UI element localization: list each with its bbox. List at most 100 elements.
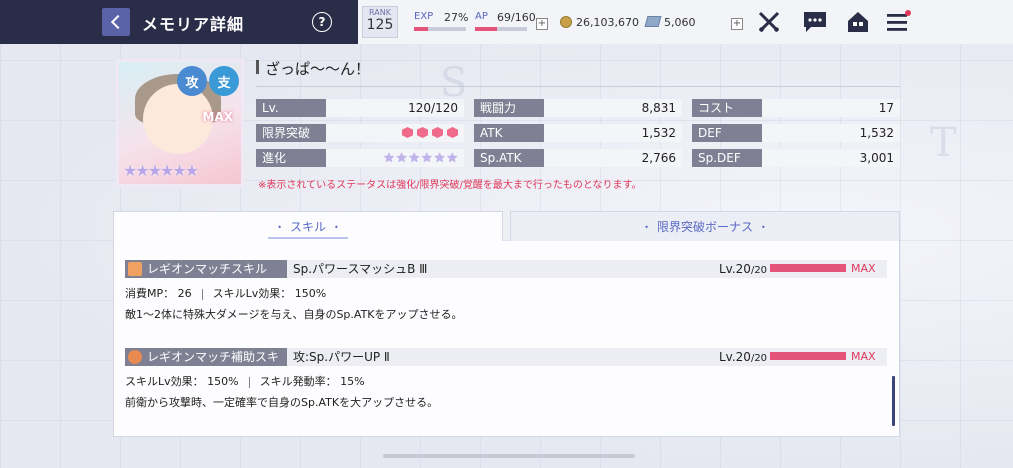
evolution-star-icon: ★ — [433, 151, 446, 166]
stat-row-def: DEF 1,532 — [692, 124, 900, 142]
battle-button[interactable] — [756, 10, 782, 34]
stat-row-evolution: 進化 ★★★★★★ — [256, 149, 464, 167]
gem-icon — [644, 16, 662, 27]
attack-type-badge: 攻 — [177, 66, 207, 96]
stat-key: Sp.ATK — [474, 149, 544, 167]
evolution-star-icon: ★ — [395, 151, 408, 166]
stat-value: 8,831 — [641, 101, 676, 115]
tab-dot-icon: • — [761, 222, 766, 232]
tab-dot-icon: • — [277, 222, 282, 232]
skill-level-bar — [770, 264, 846, 272]
skill-detail: スキルLv効果： 150% スキル発動率： 15% — [125, 373, 365, 389]
stat-key: Lv. — [256, 99, 326, 117]
gem-plus-button[interactable]: + — [731, 18, 743, 30]
legion-support-skill-icon — [128, 350, 142, 364]
skill-name: Sp.パワースマッシュB Ⅲ — [293, 262, 428, 276]
tab-dot-icon: • — [644, 222, 649, 232]
separator — [201, 288, 203, 300]
ap-bar-fill — [475, 27, 498, 31]
stat-row-power: 戦闘力 8,831 — [474, 99, 682, 117]
skill-max-label: MAX — [851, 350, 876, 363]
skill-lv-effect: スキルLv効果： 150% — [212, 287, 327, 300]
stat-key: コスト — [692, 99, 762, 117]
bg-decoration: T — [930, 120, 957, 166]
legion-skill-icon — [128, 262, 142, 276]
stat-key: 進化 — [256, 149, 326, 167]
tab-dot-icon: • — [334, 222, 339, 232]
skill-level: Lv.20/20 — [719, 260, 767, 280]
hamburger-menu-icon — [887, 10, 911, 31]
card-stars: ★★★★★★ — [123, 161, 199, 180]
stat-key: DEF — [692, 124, 762, 142]
evolution-star-icon: ★ — [383, 151, 395, 166]
evolution-star-icon: ★ — [446, 151, 458, 166]
skill-level-value: Lv.20 — [719, 350, 751, 364]
stat-key: Sp.DEF — [692, 149, 762, 167]
exp-value: 27% — [444, 11, 469, 24]
skill-level: Lv.20/20 — [719, 348, 767, 368]
stat-row-cost: コスト 17 — [692, 99, 900, 117]
exp-bar-fill — [414, 27, 429, 31]
exp-bar — [414, 27, 466, 31]
stat-value: 3,001 — [859, 151, 894, 165]
ap-value: 69/160 — [497, 11, 536, 24]
rank-value: 125 — [366, 17, 394, 33]
active-tab-indicator — [268, 237, 348, 239]
ap-plus-button[interactable]: + — [536, 18, 548, 30]
skill-description: 敵1〜2体に特殊大ダメージを与え、自身のSp.ATKをアップさせる。 — [125, 308, 463, 321]
help-button[interactable]: ? — [312, 12, 332, 32]
skill-lv-effect: スキルLv効果： 150% — [125, 375, 239, 388]
limit-break-gems — [398, 127, 458, 140]
skill-name: 攻:Sp.パワーUP Ⅱ — [293, 350, 390, 364]
chat-button[interactable] — [802, 10, 828, 34]
stat-value: 120/120 — [408, 101, 458, 115]
stat-key: 戦闘力 — [474, 99, 544, 117]
limit-break-gem-icon — [402, 127, 413, 138]
separator — [248, 376, 250, 388]
crossed-swords-icon — [758, 11, 780, 33]
max-tag: MAX — [202, 110, 233, 124]
chat-bubble-icon — [804, 12, 826, 32]
name-divider — [256, 86, 900, 87]
ap-bar — [475, 27, 527, 31]
skill-max-label: MAX — [851, 262, 876, 275]
stat-value: 2,766 — [641, 151, 676, 165]
tab-label: スキル — [289, 220, 326, 234]
skill-header: レギオンマッチスキル Sp.パワースマッシュB Ⅲ Lv.20/20 MAX — [125, 260, 887, 278]
memoria-name: ざっぱ〜〜ん！ — [265, 60, 371, 78]
back-arrow-icon — [110, 14, 126, 30]
status-note: ※表示されているステータスは強化/限界突破/覚醒を最大まで行ったものとなります。 — [258, 180, 642, 191]
evolution-star-icon: ★ — [408, 151, 421, 166]
skill-level-max: /20 — [750, 353, 768, 364]
coin-icon — [560, 16, 572, 28]
stat-row-sp-atk: Sp.ATK 2,766 — [474, 149, 682, 167]
limit-break-gem-icon — [432, 127, 443, 138]
rank-label: RANK — [369, 8, 391, 17]
skill-panel-scrollbar[interactable] — [892, 376, 895, 426]
skill-type-text: レギオンマッチスキル — [147, 262, 268, 276]
gem-count: 5,060 — [664, 16, 696, 29]
skill-type-label: レギオンマッチ補助スキル — [125, 348, 287, 382]
limit-break-gem-icon — [447, 127, 458, 138]
back-button[interactable] — [102, 8, 130, 36]
skill-mp-cost: 消費MP： 26 — [125, 287, 192, 300]
stat-key: ATK — [474, 124, 544, 142]
stat-value: 17 — [878, 101, 894, 115]
tab-limit-break-bonus[interactable]: • 限界突破ボーナス • — [510, 211, 900, 242]
limit-break-gem-icon — [417, 127, 428, 138]
exp-label: EXP — [414, 11, 434, 22]
stat-value: 1,532 — [859, 126, 894, 140]
stat-value: 1,532 — [641, 126, 676, 140]
menu-button[interactable] — [885, 10, 911, 34]
home-icon — [848, 12, 868, 32]
rank-badge: RANK 125 — [362, 6, 398, 38]
skill-level-value: Lv.20 — [719, 262, 751, 276]
skill-activation-rate: スキル発動率： 15% — [259, 375, 365, 388]
stat-key: 限界突破 — [256, 124, 326, 142]
memoria-card-art: 攻 支 MAX ★★★★★★ — [116, 59, 244, 187]
evolution-star-icon: ★ — [421, 151, 433, 166]
skill-type-label: レギオンマッチスキル — [125, 260, 287, 278]
support-type-badge: 支 — [209, 66, 239, 96]
skill-level-bar — [770, 352, 846, 360]
home-button[interactable] — [845, 10, 871, 34]
